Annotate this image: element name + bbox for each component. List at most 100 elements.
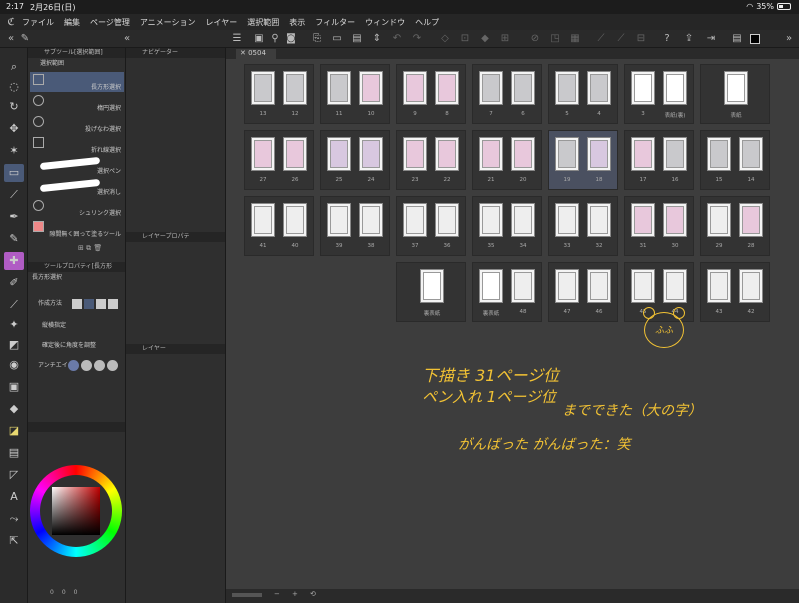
page-thumbnail[interactable] [511, 203, 535, 237]
new-file-icon[interactable]: ▣ [252, 32, 266, 46]
new-page-icon[interactable]: ⎘ [310, 32, 324, 46]
menu-file[interactable]: ファイル [22, 17, 54, 28]
page-spread[interactable]: 39 38 [320, 196, 390, 256]
page-thumbnail[interactable] [283, 203, 307, 237]
page-thumbnail[interactable] [739, 203, 763, 237]
hamburger-menu-icon[interactable]: ☰ [230, 32, 244, 46]
export-icon[interactable]: ⇥ [704, 32, 718, 46]
frame-tool-icon[interactable]: ▤ [4, 444, 24, 462]
page-thumbnail[interactable] [587, 137, 611, 171]
page-thumbnail[interactable] [403, 137, 427, 171]
page-thumbnail[interactable] [479, 203, 503, 237]
page-thumbnail[interactable] [403, 71, 427, 105]
zoom-tool-icon[interactable]: ⌕ [4, 58, 24, 76]
subtool-rect-select[interactable]: 長方形選択 [30, 72, 124, 92]
page-spread[interactable]: 13 12 [244, 64, 314, 124]
save-icon[interactable]: ▤ [350, 32, 364, 46]
subtool-fill-enclose[interactable]: 隙間無く囲って塗るツール [30, 219, 124, 239]
method-intersect-button[interactable] [108, 299, 118, 309]
eyedropper-tool-icon[interactable]: ⟋ [4, 186, 24, 204]
subtool-polyline-select[interactable]: 折れ線選択 [30, 135, 124, 155]
collapse-left-icon[interactable]: « [4, 32, 18, 46]
text-tool-icon[interactable]: A [4, 488, 24, 506]
page-spread[interactable]: 15 14 [700, 130, 770, 190]
page-thumbnail[interactable] [327, 137, 351, 171]
page-thumbnail[interactable] [479, 71, 503, 105]
menu-layer[interactable]: レイヤー [206, 17, 238, 28]
method-new-button[interactable] [72, 299, 82, 309]
menu-edit[interactable]: 編集 [64, 17, 80, 28]
layer-property-tab[interactable]: レイヤープロパテ [126, 232, 225, 242]
copy-subtool-icon[interactable]: ⧉ [86, 244, 91, 252]
page-thumbnail[interactable] [739, 269, 763, 303]
auto-select-tool-icon[interactable]: ✶ [4, 142, 24, 160]
page-thumbnail[interactable] [707, 137, 731, 171]
page-spread[interactable]: 41 40 [244, 196, 314, 256]
zoom-out-icon[interactable]: − [274, 590, 280, 598]
page-thumbnail[interactable] [359, 71, 383, 105]
page-thumbnail[interactable] [251, 203, 275, 237]
menu-help[interactable]: ヘルプ [415, 17, 439, 28]
stepper-icon[interactable]: ⇕ [370, 32, 384, 46]
page-thumbnail[interactable] [555, 71, 579, 105]
page-thumbnail[interactable] [251, 137, 275, 171]
antialias-mid-button[interactable] [94, 360, 105, 371]
navigator-tab[interactable]: ナビゲーター [126, 48, 225, 58]
object-tool-icon[interactable]: ✥ [4, 120, 24, 138]
page-spread[interactable]: 54 [548, 64, 618, 124]
page-spread[interactable]: 25 24 [320, 130, 390, 190]
brush-tool-icon[interactable]: ✚ [4, 252, 24, 270]
pencil-tool-icon[interactable]: ✎ [4, 230, 24, 248]
snap-icon[interactable]: ⟋ [614, 32, 628, 46]
page-thumbnail[interactable] [587, 71, 611, 105]
page-thumbnail[interactable] [724, 71, 748, 105]
menu-window[interactable]: ウィンドウ [365, 17, 405, 28]
deselect-icon[interactable]: ⊘ [528, 32, 542, 46]
page-thumbnail[interactable] [479, 137, 503, 171]
clear-icon[interactable]: ◇ [438, 32, 452, 46]
page-thumbnail[interactable] [707, 203, 731, 237]
pen-icon[interactable]: ✎ [18, 32, 32, 46]
document-tab[interactable]: ✕ 0504 [236, 49, 276, 59]
page-spread[interactable]: 3 表紙(裏) [624, 64, 694, 124]
page-thumbnail[interactable] [420, 269, 444, 303]
fill-icon[interactable]: ◆ [478, 32, 492, 46]
transform-icon[interactable]: ⊞ [498, 32, 512, 46]
decoration-tool-icon[interactable]: ⟋ [4, 296, 24, 314]
page-thumbnail[interactable] [511, 137, 535, 171]
page-thumbnail[interactable] [251, 71, 275, 105]
page-spread[interactable]: 76 [472, 64, 542, 124]
page-thumbnail[interactable] [631, 71, 655, 105]
crop-icon[interactable]: ⊡ [458, 32, 472, 46]
rotate-tool-icon[interactable]: ↻ [4, 98, 24, 116]
page-thumbnail[interactable] [663, 137, 687, 171]
pen-tool-icon[interactable]: ✒ [4, 208, 24, 226]
page-thumbnail[interactable] [327, 71, 351, 105]
page-thumbnail[interactable] [739, 137, 763, 171]
menu-filter[interactable]: フィルター [315, 17, 355, 28]
invert-selection-icon[interactable]: ◳ [548, 32, 562, 46]
ruler-tool-icon[interactable]: ◸ [4, 466, 24, 484]
redo-icon[interactable]: ↷ [410, 32, 424, 46]
selection-tool-icon[interactable]: ▭ [4, 164, 24, 182]
balloon-tool-icon[interactable]: ⤳ [4, 510, 24, 528]
color-wheel[interactable] [30, 465, 122, 557]
help-icon[interactable]: ? [660, 32, 674, 46]
menu-view[interactable]: 表示 [289, 17, 305, 28]
antialias-strong-button[interactable] [107, 360, 118, 371]
camera-icon[interactable]: ◙ [284, 32, 298, 46]
subtool-ellipse-select[interactable]: 楕円選択 [30, 93, 124, 113]
zoom-slider[interactable] [232, 593, 262, 597]
ruler-icon[interactable]: ⟋ [594, 32, 608, 46]
page-thumbnail[interactable] [283, 137, 307, 171]
app-logo-icon[interactable]: ℭ [0, 17, 22, 28]
delete-subtool-icon[interactable]: 🗑 [93, 244, 102, 252]
page-thumbnail[interactable] [587, 203, 611, 237]
antialias-none-button[interactable] [68, 360, 79, 371]
page-spread[interactable]: 33 32 [548, 196, 618, 256]
share-icon[interactable]: ⇪ [682, 32, 696, 46]
page-spread[interactable]: 43 42 [700, 262, 770, 322]
color-saturation-square[interactable] [52, 487, 100, 535]
open-folder-icon[interactable]: ▭ [330, 32, 344, 46]
menu-page-management[interactable]: ページ管理 [90, 17, 130, 28]
